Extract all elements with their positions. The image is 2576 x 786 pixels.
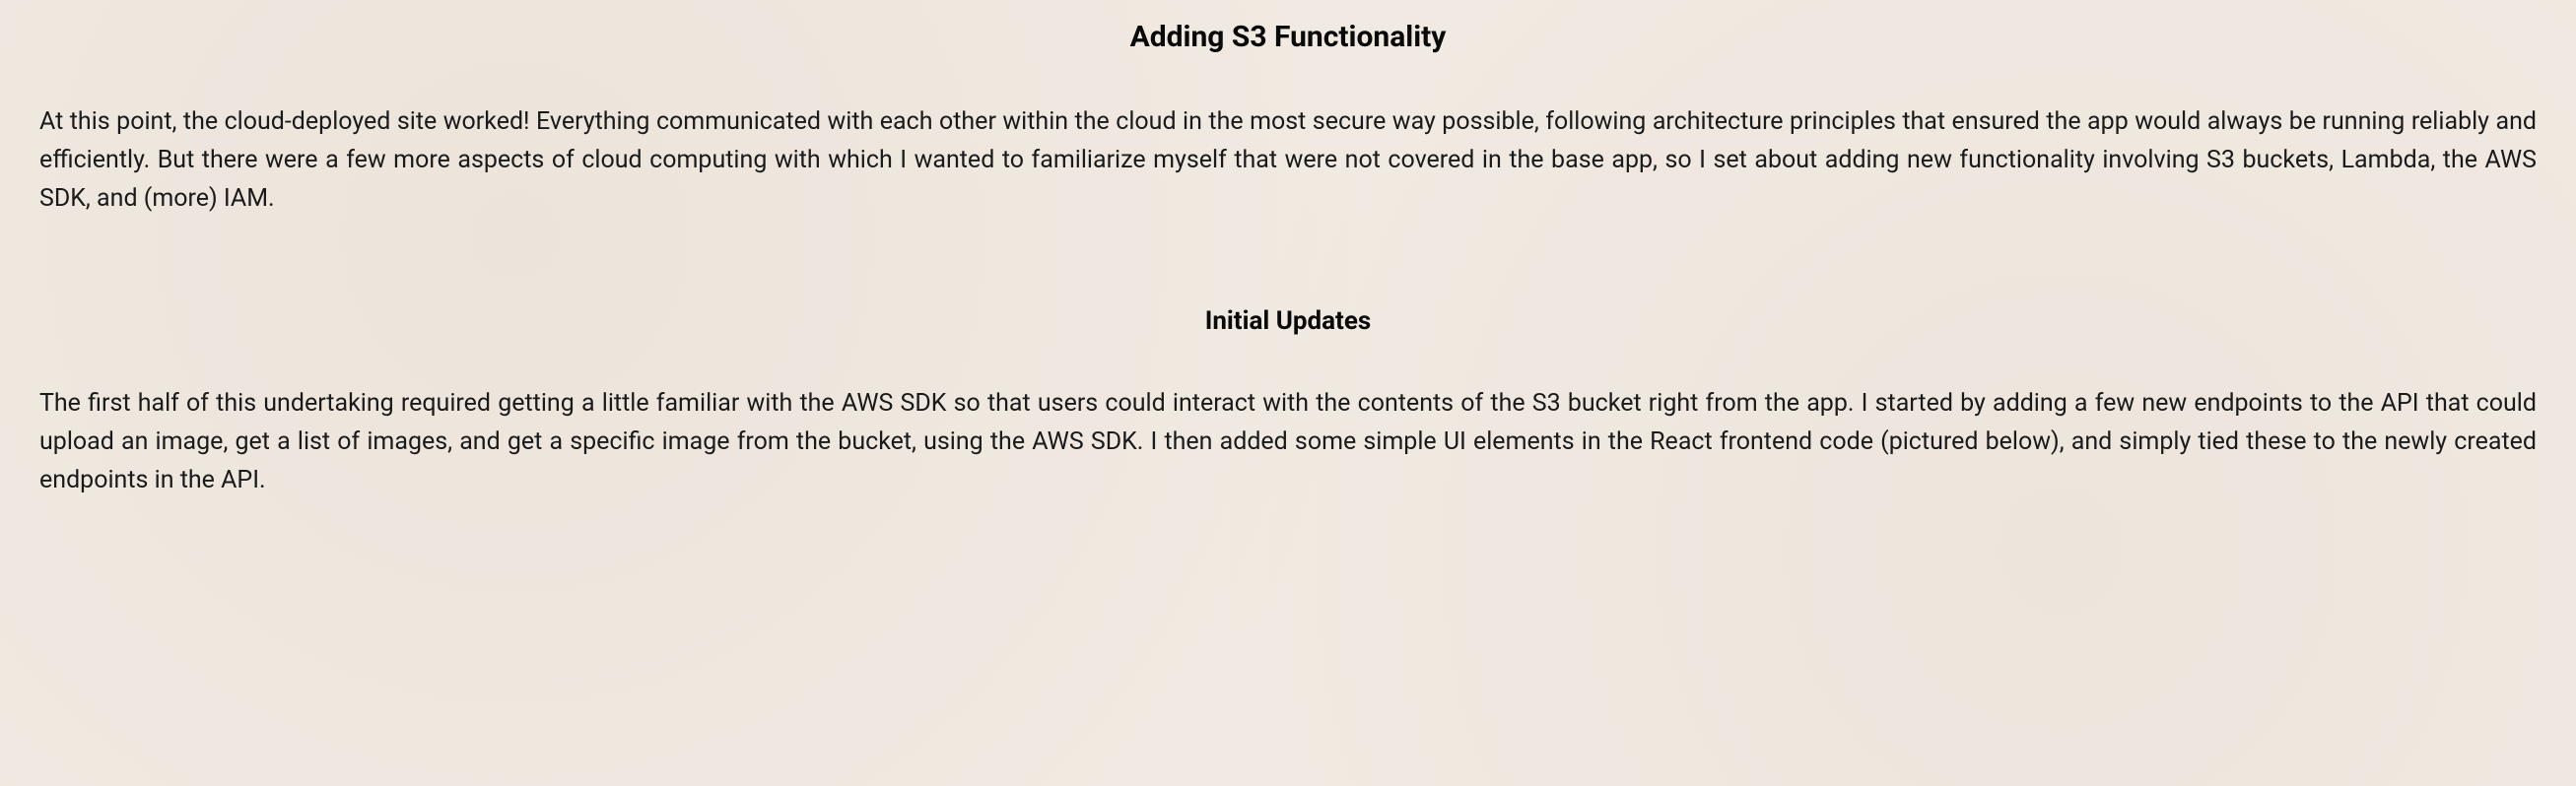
- section-paragraph-s3: At this point, the cloud-deployed site w…: [39, 103, 2537, 218]
- document-content: Adding S3 Functionality At this point, t…: [39, 20, 2537, 500]
- subsection-heading-initial-updates: Initial Updates: [39, 306, 2537, 336]
- section-heading-s3: Adding S3 Functionality: [39, 20, 2537, 54]
- subsection-paragraph-initial-updates: The first half of this undertaking requi…: [39, 385, 2537, 499]
